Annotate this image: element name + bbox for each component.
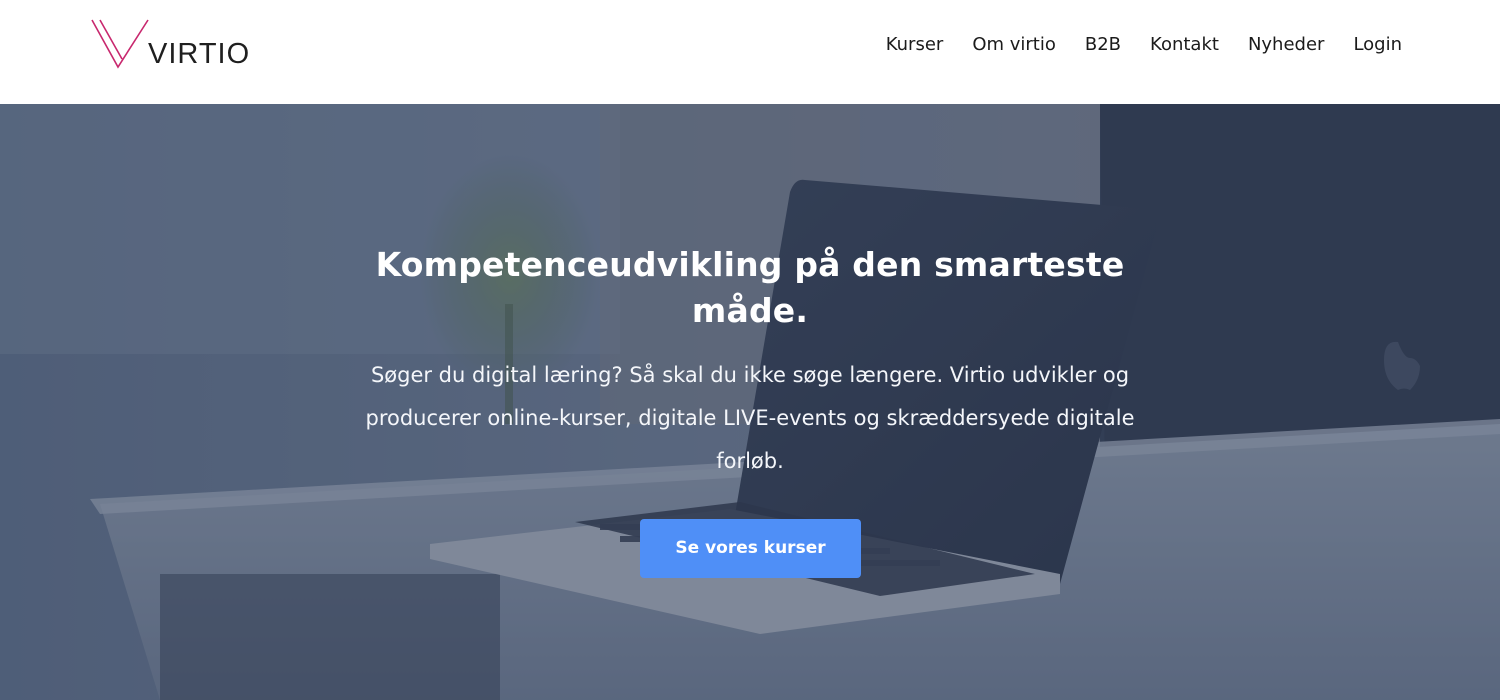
site-header: VIRTIO Kurser Om virtio B2B Kontakt Nyhe… [0,0,1500,104]
nav-item-nyheder[interactable]: Nyheder [1248,33,1325,57]
virtio-logo-mark-icon [91,19,149,69]
nav-item-kurser[interactable]: Kurser [886,33,944,57]
nav-item-b2b[interactable]: B2B [1085,33,1121,57]
nav-item-login[interactable]: Login [1353,33,1402,57]
see-courses-button[interactable]: Se vores kurser [640,519,861,578]
hero-subtitle: Søger du digital læring? Så skal du ikke… [365,363,1135,473]
hero-content: Kompetenceudvikling på den smarteste måd… [0,104,1500,700]
logo-wordmark: VIRTIO [148,38,251,70]
virtio-logo[interactable]: VIRTIO [90,18,260,72]
main-nav: Kurser Om virtio B2B Kontakt Nyheder Log… [857,33,1402,57]
hero-title: Kompetenceudvikling på den smarteste måd… [375,245,1125,330]
nav-item-om-virtio[interactable]: Om virtio [972,33,1056,57]
hero-section: Kompetenceudvikling på den smarteste måd… [0,104,1500,700]
nav-item-kontakt[interactable]: Kontakt [1150,33,1219,57]
